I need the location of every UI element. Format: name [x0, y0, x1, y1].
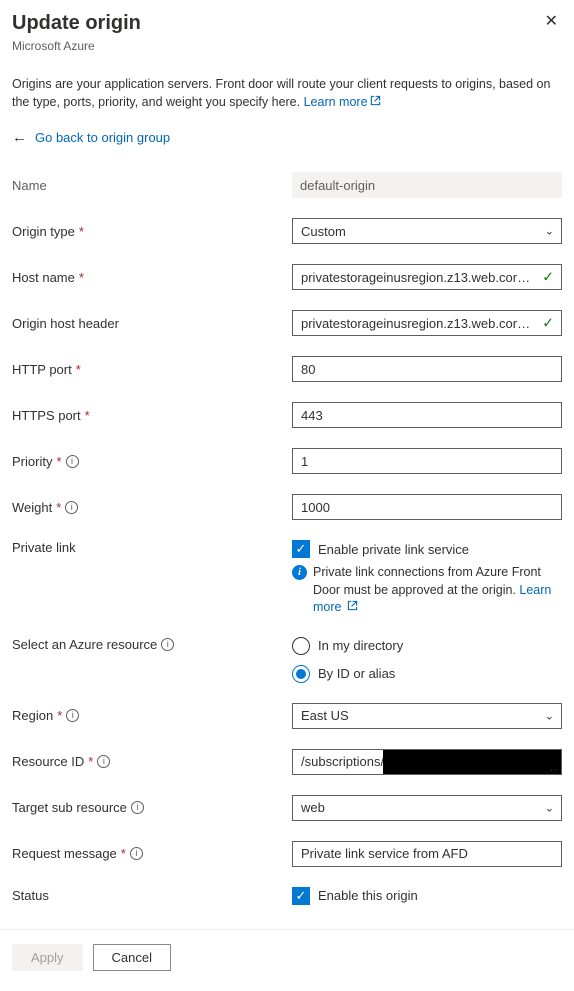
- host-name-input[interactable]: [292, 264, 562, 290]
- region-select[interactable]: [292, 703, 562, 729]
- page-subtitle: Microsoft Azure: [12, 39, 562, 53]
- check-icon: ✓: [542, 269, 554, 286]
- info-icon[interactable]: i: [66, 455, 79, 468]
- enable-origin-label: Enable this origin: [318, 888, 418, 903]
- priority-label: Priority* i: [12, 454, 292, 469]
- resource-id-input[interactable]: /subscriptions/ ..: [292, 749, 562, 775]
- target-sub-resource-select[interactable]: [292, 795, 562, 821]
- radio-icon: [292, 637, 310, 655]
- info-icon[interactable]: i: [130, 847, 143, 860]
- radio-label: By ID or alias: [318, 666, 395, 681]
- cancel-button[interactable]: Cancel: [93, 944, 171, 971]
- https-port-label: HTTPS port*: [12, 408, 292, 423]
- https-port-input[interactable]: [292, 402, 562, 428]
- name-label: Name: [12, 178, 292, 193]
- info-icon[interactable]: i: [66, 709, 79, 722]
- private-link-note: Private link connections from Azure Fron…: [313, 564, 562, 617]
- status-label: Status: [12, 888, 292, 903]
- host-name-label: Host name*: [12, 270, 292, 285]
- info-icon[interactable]: i: [65, 501, 78, 514]
- enable-origin-checkbox[interactable]: ✓: [292, 887, 310, 905]
- private-link-label: Private link: [12, 540, 292, 555]
- origin-type-select[interactable]: [292, 218, 562, 244]
- apply-button: Apply: [12, 944, 83, 971]
- learn-more-link[interactable]: Learn more: [304, 95, 381, 109]
- request-message-label: Request message* i: [12, 846, 292, 861]
- redacted-block: [383, 750, 561, 774]
- target-sub-resource-label: Target sub resource i: [12, 800, 292, 815]
- description: Origins are your application servers. Fr…: [12, 75, 562, 111]
- info-icon[interactable]: i: [131, 801, 144, 814]
- back-arrow-icon: ←: [12, 129, 27, 146]
- origin-host-header-label: Origin host header: [12, 316, 292, 331]
- resource-id-label: Resource ID* i: [12, 754, 292, 769]
- external-link-icon: [347, 599, 358, 617]
- divider: [0, 929, 574, 930]
- http-port-input[interactable]: [292, 356, 562, 382]
- radio-label: In my directory: [318, 638, 403, 653]
- weight-input[interactable]: [292, 494, 562, 520]
- radio-icon: [292, 665, 310, 683]
- page-title: Update origin: [12, 12, 141, 35]
- radio-in-my-directory[interactable]: In my directory: [292, 637, 562, 655]
- select-resource-label: Select an Azure resource i: [12, 637, 292, 652]
- back-link[interactable]: Go back to origin group: [35, 130, 170, 145]
- enable-private-link-label: Enable private link service: [318, 542, 469, 557]
- origin-host-header-input[interactable]: [292, 310, 562, 336]
- info-icon: i: [292, 565, 307, 580]
- weight-label: Weight* i: [12, 500, 292, 515]
- close-button[interactable]: ✕: [541, 12, 562, 32]
- request-message-input[interactable]: [292, 841, 562, 867]
- radio-by-id-or-alias[interactable]: By ID or alias: [292, 665, 562, 683]
- region-label: Region* i: [12, 708, 292, 723]
- ellipsis-icon: ..: [550, 759, 557, 774]
- external-link-icon: [370, 93, 381, 111]
- priority-input[interactable]: [292, 448, 562, 474]
- http-port-label: HTTP port*: [12, 362, 292, 377]
- origin-type-label: Origin type*: [12, 224, 292, 239]
- info-icon[interactable]: i: [161, 638, 174, 651]
- enable-private-link-checkbox[interactable]: ✓: [292, 540, 310, 558]
- check-icon: ✓: [542, 315, 554, 332]
- info-icon[interactable]: i: [97, 755, 110, 768]
- description-text: Origins are your application servers. Fr…: [12, 77, 550, 109]
- resource-id-prefix: /subscriptions/: [293, 754, 384, 769]
- name-input: [292, 172, 562, 198]
